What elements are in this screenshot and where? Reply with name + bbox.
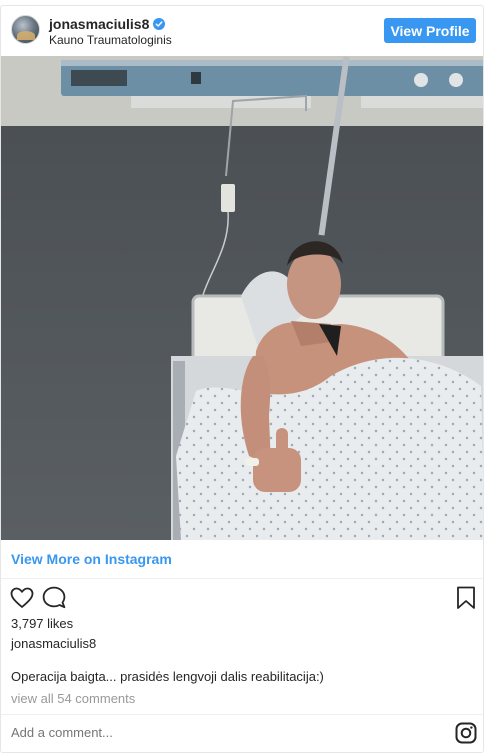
username-row: jonasmaciulis8 bbox=[49, 16, 172, 32]
likes-count[interactable]: 3,797 likes bbox=[11, 616, 73, 631]
post-caption: Operacija baigta... prasidės lengvoji da… bbox=[11, 669, 324, 684]
hospital-photo-illustration bbox=[1, 56, 483, 540]
view-more-on-instagram-link[interactable]: View More on Instagram bbox=[11, 551, 172, 567]
avatar[interactable] bbox=[11, 15, 40, 44]
instagram-embed-card: jonasmaciulis8 Kauno Traumatologinis Vie… bbox=[0, 5, 484, 753]
post-header: jonasmaciulis8 Kauno Traumatologinis Vie… bbox=[1, 6, 483, 56]
view-profile-button[interactable]: View Profile bbox=[384, 18, 476, 43]
divider bbox=[1, 714, 483, 715]
instagram-logo-icon[interactable] bbox=[455, 722, 477, 744]
location-link[interactable]: Kauno Traumatologinis bbox=[49, 33, 172, 47]
user-info: jonasmaciulis8 Kauno Traumatologinis bbox=[49, 16, 172, 47]
verified-badge-icon bbox=[153, 18, 166, 30]
view-all-comments-link[interactable]: view all 54 comments bbox=[11, 691, 135, 706]
comment-bubble-icon[interactable] bbox=[41, 585, 67, 611]
heart-outline-icon[interactable] bbox=[9, 585, 35, 611]
post-author[interactable]: jonasmaciulis8 bbox=[11, 636, 96, 651]
username[interactable]: jonasmaciulis8 bbox=[49, 16, 149, 32]
divider bbox=[1, 578, 483, 579]
post-photo[interactable] bbox=[1, 56, 483, 540]
post-actions bbox=[1, 581, 483, 617]
bookmark-outline-icon[interactable] bbox=[454, 585, 480, 611]
add-comment-input[interactable] bbox=[11, 725, 411, 740]
